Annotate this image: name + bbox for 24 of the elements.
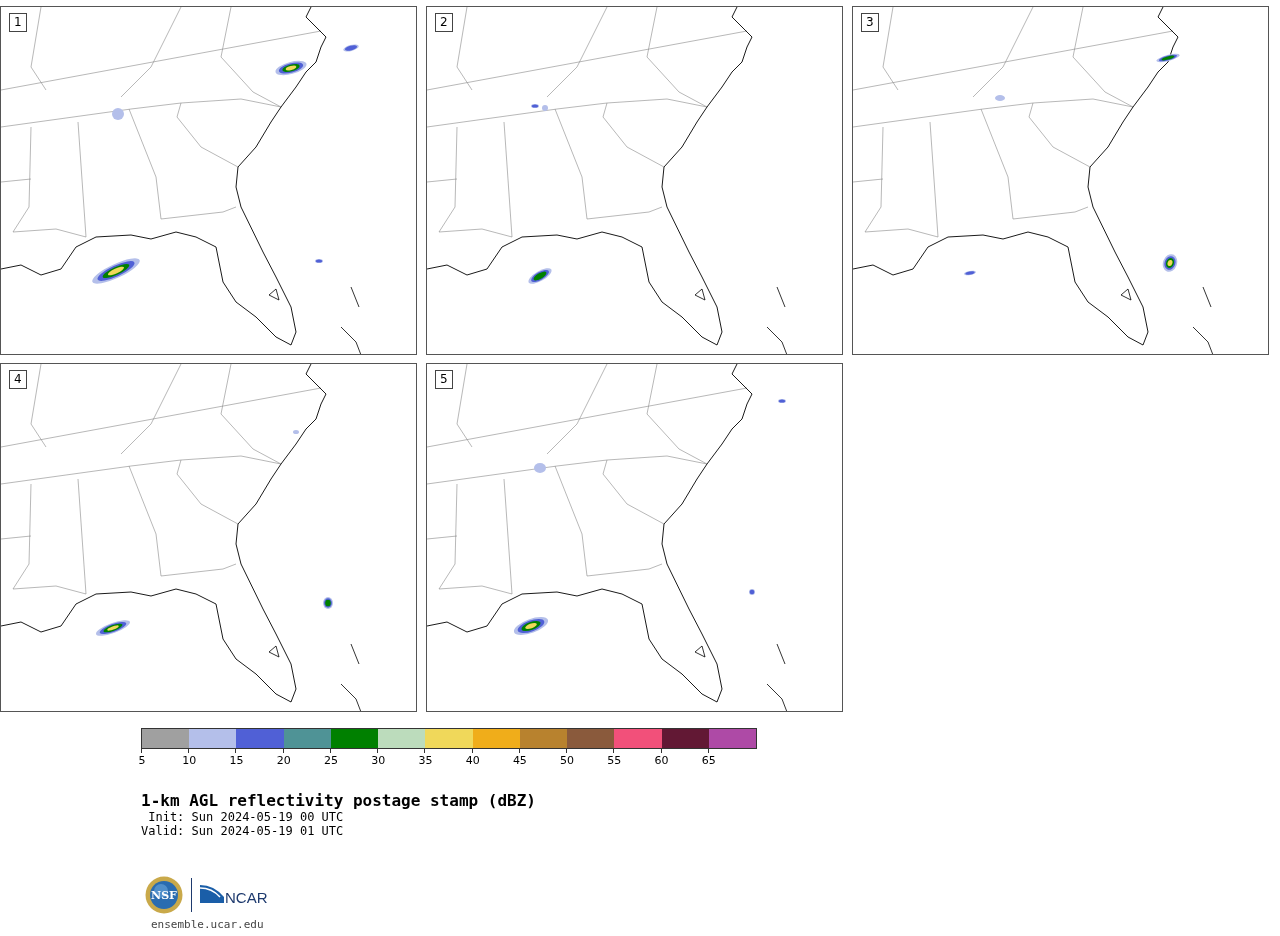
panel-number-label: 1 <box>9 13 27 32</box>
ncar-logo: NCAR <box>200 883 274 907</box>
tick-label: 20 <box>276 754 291 767</box>
panel-number-label: 4 <box>9 370 27 389</box>
tick-label: 60 <box>654 754 669 767</box>
tick-label: 55 <box>607 754 622 767</box>
tick-label: 10 <box>182 754 197 767</box>
tick-label: 30 <box>371 754 386 767</box>
tick-label: 65 <box>701 754 716 767</box>
website-url: ensemble.ucar.edu <box>151 918 265 931</box>
panel-number-label: 2 <box>435 13 453 32</box>
tick-label: 25 <box>323 754 338 767</box>
tick-label: 35 <box>418 754 433 767</box>
panel-number-label: 3 <box>861 13 879 32</box>
panel-number-label: 5 <box>435 370 453 389</box>
tick-label: 45 <box>512 754 527 767</box>
tick-label: 5 <box>138 754 146 767</box>
plot-title: 1-km AGL reflectivity postage stamp (dBZ) <box>141 792 537 810</box>
init-time: Init: Sun 2024-05-19 00 UTC <box>147 810 345 824</box>
tick-label: 50 <box>560 754 575 767</box>
tick-label: 15 <box>229 754 244 767</box>
valid-time: Valid: Sun 2024-05-19 01 UTC <box>141 824 345 838</box>
nsf-logo: NSF <box>145 876 183 914</box>
tick-label: 40 <box>465 754 480 767</box>
